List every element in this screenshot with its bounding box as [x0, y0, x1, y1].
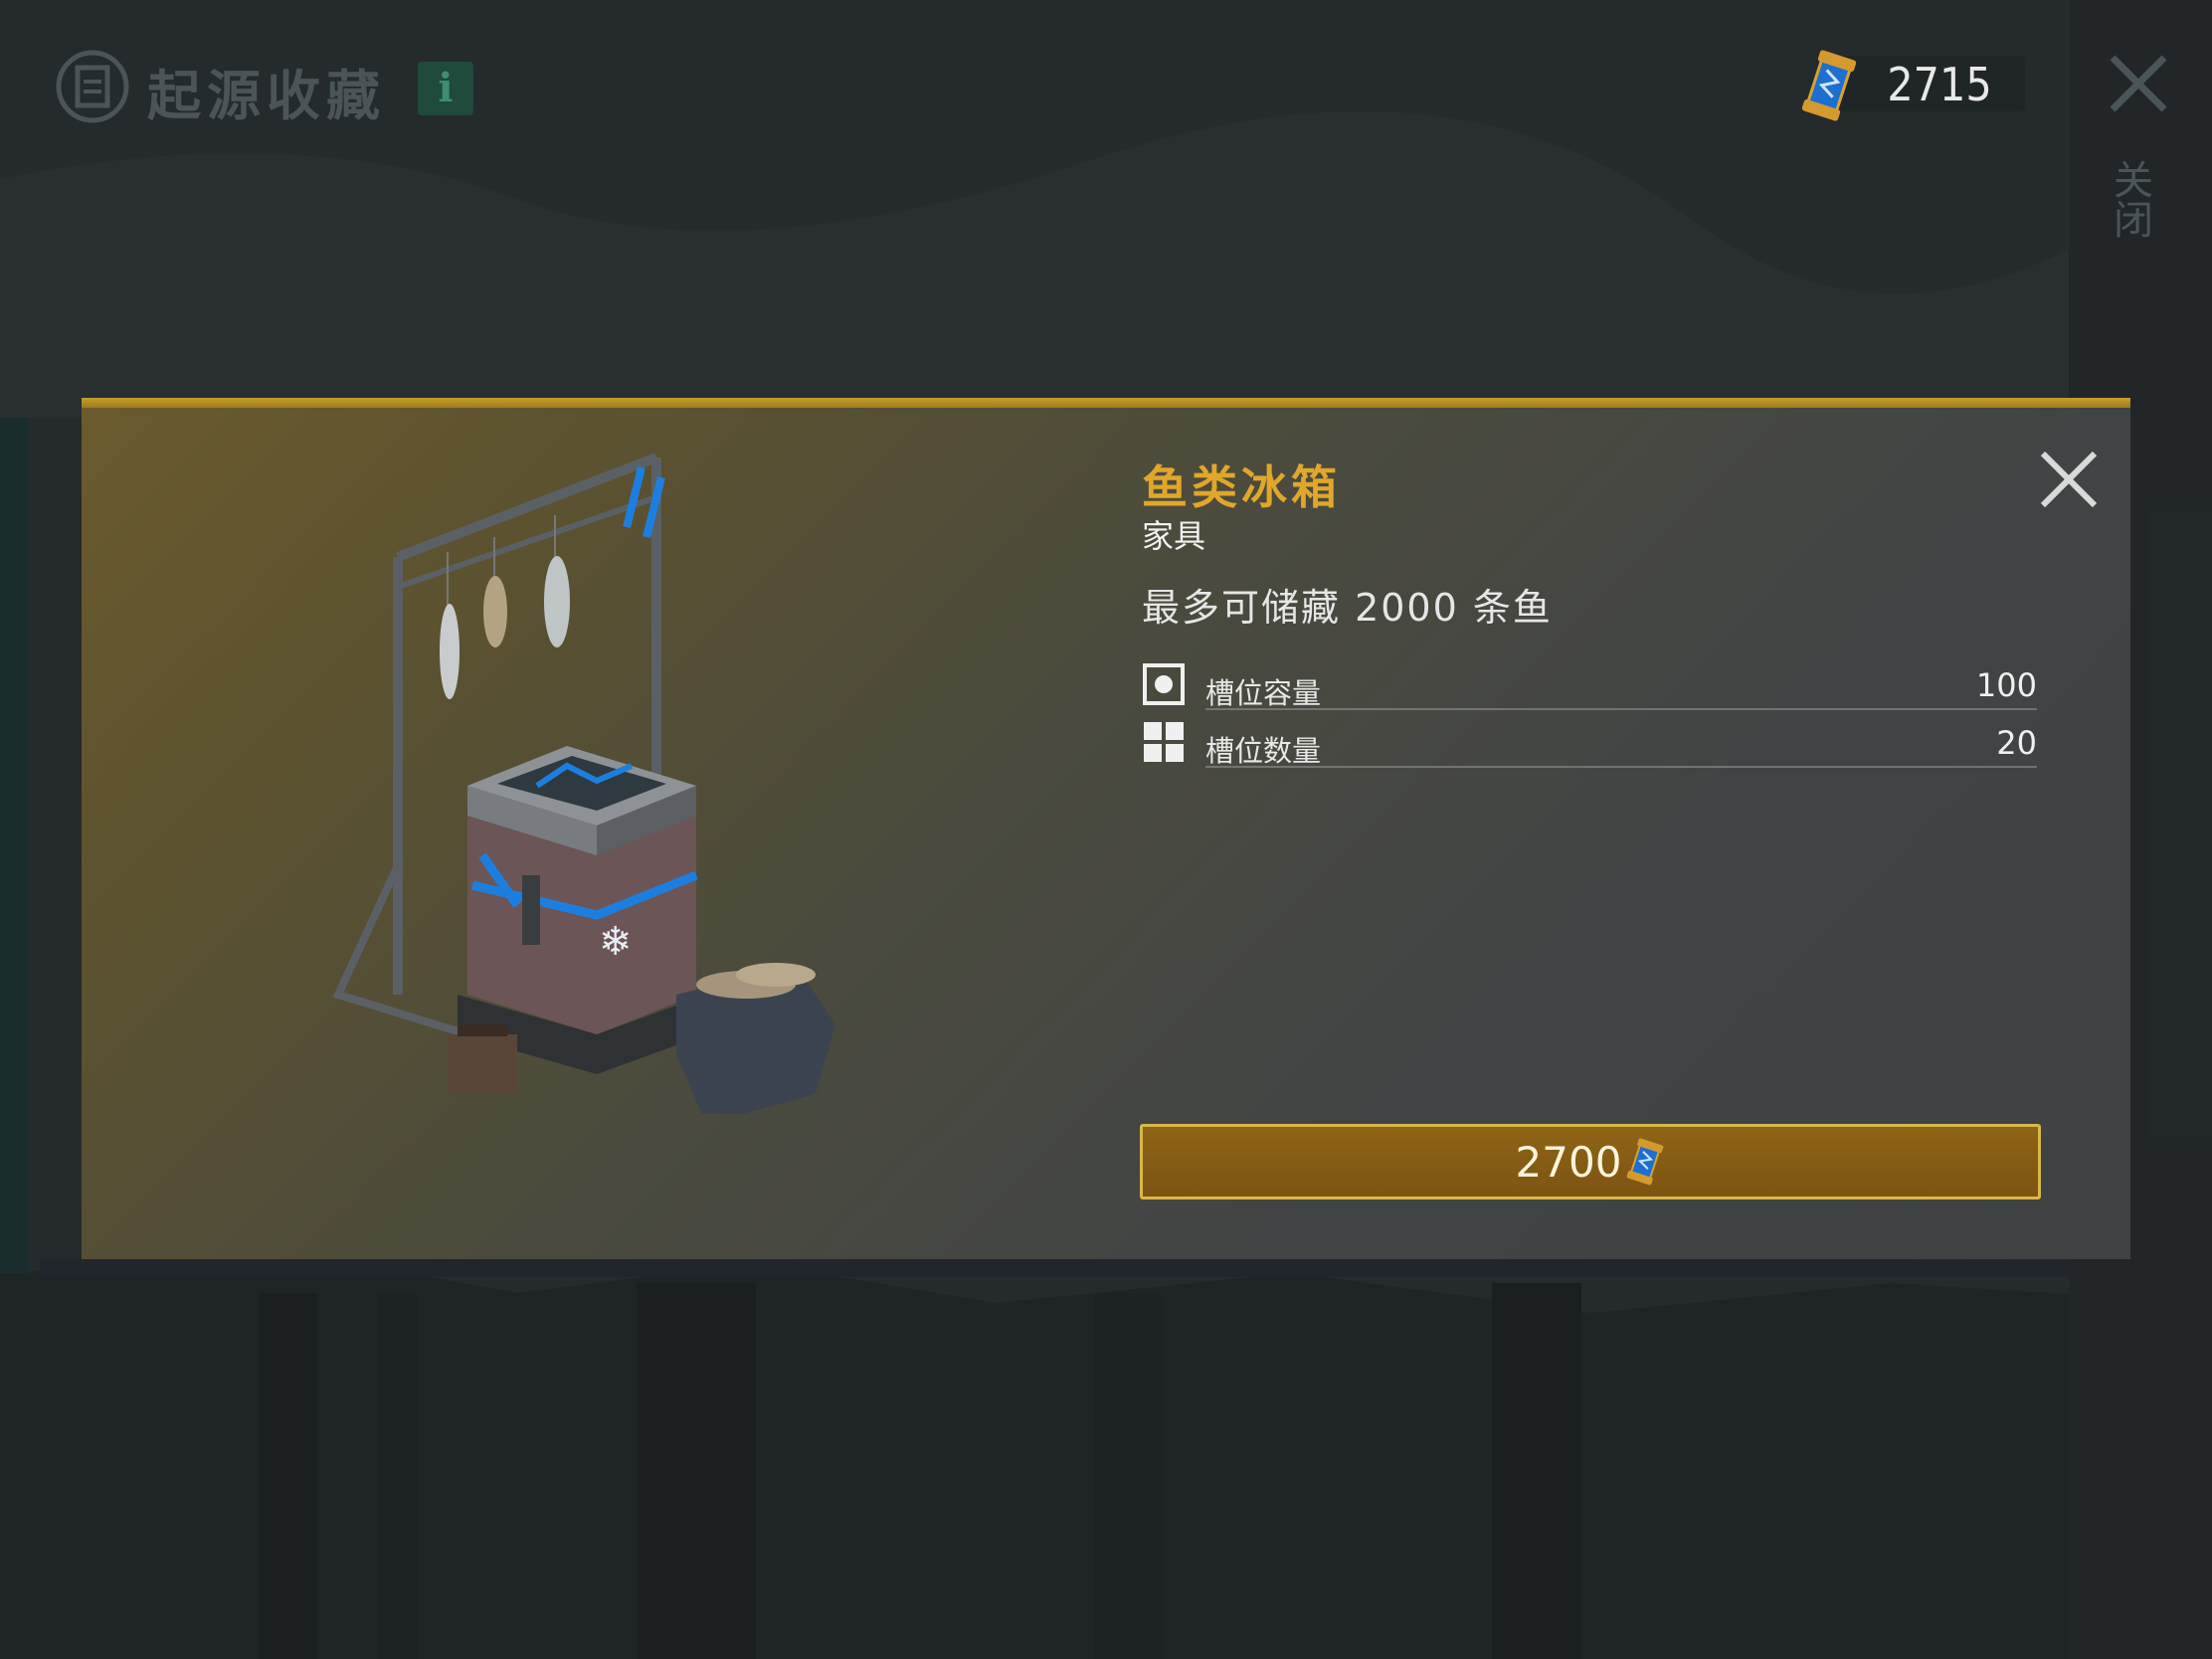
- slot-count-icon: [1144, 722, 1184, 762]
- currency-amount: 2715: [1887, 58, 1992, 111]
- item-description: 最多可储藏 2000 条鱼: [1142, 586, 1553, 630]
- modal-accent-bar: [82, 398, 2130, 408]
- divider: [1205, 766, 2037, 768]
- slot-capacity-icon: [1143, 663, 1185, 705]
- stat-value: 100: [1975, 666, 2037, 704]
- stat-label: 槽位容量: [1205, 676, 1322, 710]
- serum-vial-icon: [1627, 1138, 1664, 1186]
- stat-label: 槽位数量: [1205, 734, 1322, 768]
- item-name: 鱼类冰箱: [1142, 461, 1341, 514]
- divider: [1205, 708, 2037, 710]
- stat-row-slot-count: 槽位数量 20: [1142, 720, 2037, 768]
- item-category: 家具: [1142, 517, 1206, 555]
- page-title: 起源收藏: [147, 65, 386, 127]
- purchase-button[interactable]: 2700: [1140, 1124, 2041, 1199]
- fish-freezer-image: ❄: [332, 453, 835, 1114]
- svg-text:❄: ❄: [599, 919, 633, 965]
- purchase-price: 2700: [1515, 1137, 1622, 1187]
- stat-row-slot-capacity: 槽位容量 100: [1142, 662, 2037, 710]
- info-button[interactable]: i: [418, 62, 473, 115]
- stat-value: 20: [1996, 724, 2037, 762]
- close-icon[interactable]: [2107, 52, 2170, 115]
- serum-vial-icon: [1801, 50, 1857, 121]
- close-label[interactable]: 关闭: [2107, 159, 2158, 239]
- collection-logo-icon: [56, 50, 129, 123]
- modal-close-icon[interactable]: [2037, 448, 2101, 511]
